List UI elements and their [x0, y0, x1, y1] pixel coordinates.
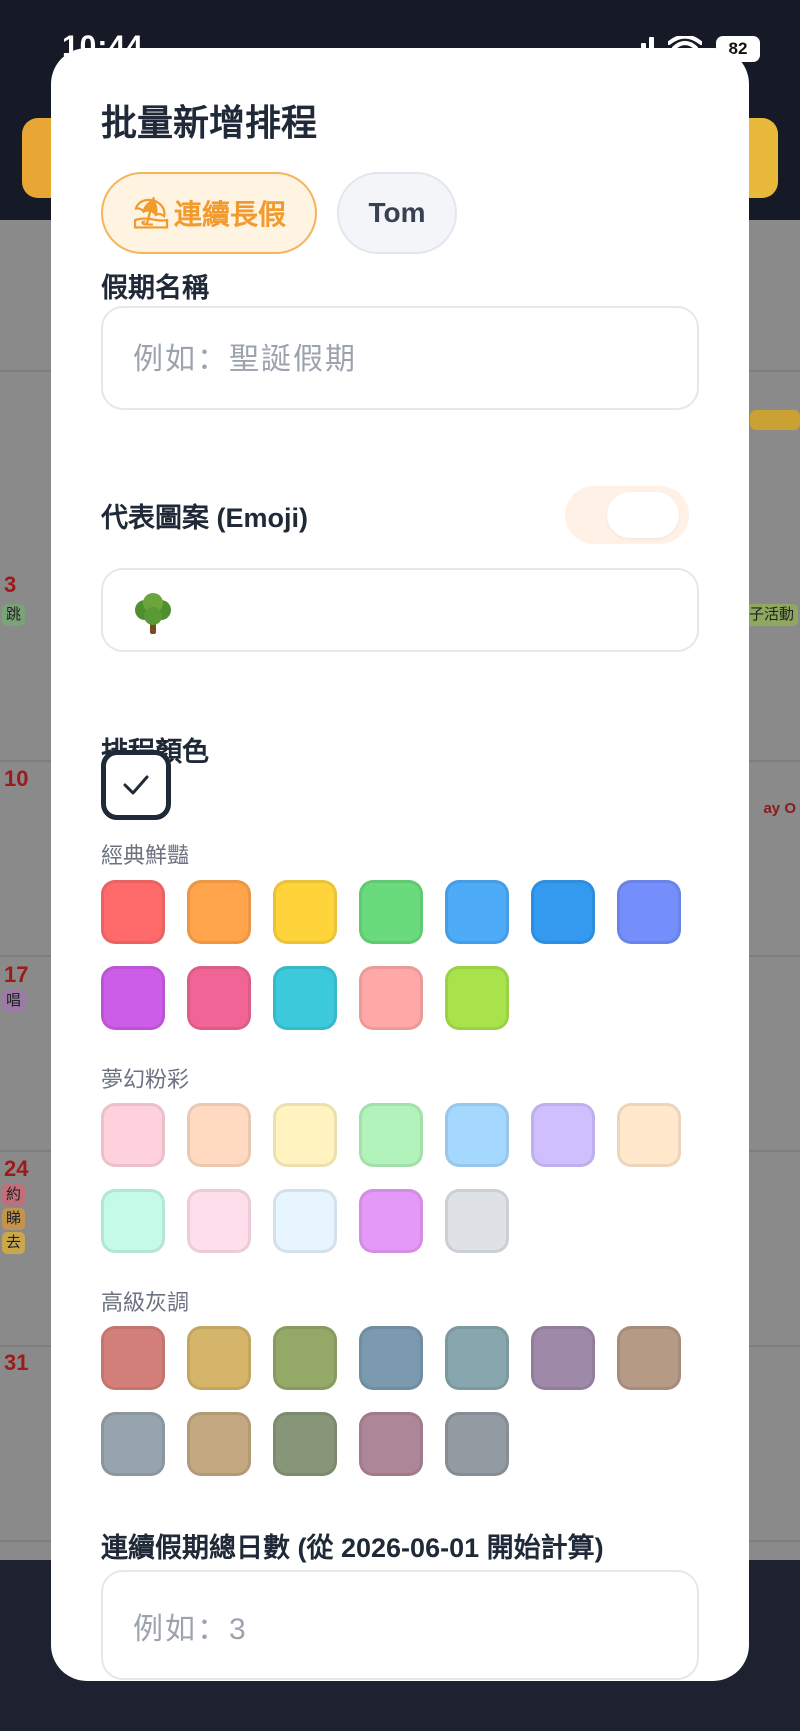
color-swatch[interactable] — [101, 880, 165, 944]
color-swatch[interactable] — [531, 1103, 595, 1167]
color-group-label: 經典鮮豔 — [101, 843, 190, 868]
color-swatch[interactable] — [273, 1326, 337, 1390]
checkmark-icon — [123, 775, 149, 795]
days-placeholder: 例如：3 — [133, 1613, 248, 1646]
color-swatch[interactable] — [445, 1189, 509, 1253]
color-swatch[interactable] — [273, 1412, 337, 1476]
background-event-chip: 約 — [2, 1184, 26, 1206]
background-event-chip: ay O — [759, 798, 800, 820]
modal-title: 批量新增排程 — [101, 102, 318, 143]
color-swatch[interactable] — [359, 1189, 423, 1253]
color-swatch[interactable] — [359, 1326, 423, 1390]
color-swatch[interactable] — [101, 966, 165, 1030]
color-swatch[interactable] — [445, 1326, 509, 1390]
color-group-muted — [101, 1326, 701, 1476]
color-swatch[interactable] — [617, 1103, 681, 1167]
color-swatch[interactable] — [445, 1412, 509, 1476]
color-swatch[interactable] — [359, 880, 423, 944]
color-swatch[interactable] — [617, 1326, 681, 1390]
toggle-knob — [607, 492, 679, 538]
color-swatch[interactable] — [101, 1412, 165, 1476]
color-swatch[interactable] — [445, 1103, 509, 1167]
tab-tom[interactable]: Tom — [337, 172, 457, 254]
background-event-chip: 睇 — [2, 1208, 26, 1230]
background-event-chip: 子活動 — [744, 604, 798, 626]
days-label: 連續假期總日數 (從 2026-06-01 開始計算) — [101, 1533, 604, 1563]
tab-consecutive-holiday[interactable]: ⛱ 連續長假 — [101, 172, 317, 254]
color-swatch[interactable] — [187, 1326, 251, 1390]
emoji-toggle[interactable] — [565, 486, 689, 544]
selected-color-swatch[interactable] — [101, 750, 171, 820]
emoji-input[interactable] — [101, 568, 699, 652]
color-swatch[interactable] — [187, 966, 251, 1030]
color-swatch[interactable] — [445, 880, 509, 944]
color-swatch[interactable] — [273, 966, 337, 1030]
holiday-name-input[interactable]: 例如：聖誕假期 — [101, 306, 699, 410]
holiday-name-placeholder: 例如：聖誕假期 — [133, 343, 357, 376]
color-swatch[interactable] — [187, 1189, 251, 1253]
days-input[interactable]: 例如：3 — [101, 1570, 699, 1680]
color-swatch[interactable] — [101, 1103, 165, 1167]
color-swatch[interactable] — [531, 1326, 595, 1390]
batch-add-schedule-modal: 批量新增排程 ⛱ 連續長假 Tom 假期名稱 例如：聖誕假期 代表圖案 (Emo… — [51, 48, 749, 1681]
color-swatch[interactable] — [187, 880, 251, 944]
color-swatch[interactable] — [101, 1326, 165, 1390]
background-day: 10 — [4, 766, 29, 791]
color-swatch[interactable] — [101, 1189, 165, 1253]
color-swatch[interactable] — [273, 880, 337, 944]
color-swatch[interactable] — [359, 1412, 423, 1476]
background-day: 31 — [4, 1350, 29, 1375]
background-day: 17 — [4, 962, 29, 987]
color-swatch[interactable] — [359, 1103, 423, 1167]
color-swatch[interactable] — [617, 880, 681, 944]
emoji-label: 代表圖案 (Emoji) — [101, 503, 308, 533]
color-group-classic — [101, 880, 701, 1030]
tree-emoji-icon — [135, 593, 171, 634]
holiday-name-label: 假期名稱 — [101, 273, 209, 303]
color-swatch[interactable] — [273, 1189, 337, 1253]
background-event-chip: 跳 — [2, 604, 26, 626]
color-swatch[interactable] — [445, 966, 509, 1030]
background-event-chip: 唱 — [2, 990, 26, 1012]
color-swatch[interactable] — [531, 880, 595, 944]
background-event-chip: 去 — [2, 1232, 26, 1254]
color-group-label: 高級灰調 — [101, 1290, 190, 1315]
beach-umbrella-icon: ⛱ — [131, 196, 171, 230]
background-day: 3 — [4, 572, 17, 597]
tab-label: 連續長假 — [174, 199, 287, 230]
color-swatch[interactable] — [187, 1412, 251, 1476]
tab-label: Tom — [368, 197, 426, 228]
color-swatch[interactable] — [359, 966, 423, 1030]
color-swatch[interactable] — [273, 1103, 337, 1167]
color-swatch[interactable] — [187, 1103, 251, 1167]
color-group-pastel — [101, 1103, 701, 1253]
background-day: 24 — [4, 1156, 29, 1181]
color-group-label: 夢幻粉彩 — [101, 1067, 190, 1092]
